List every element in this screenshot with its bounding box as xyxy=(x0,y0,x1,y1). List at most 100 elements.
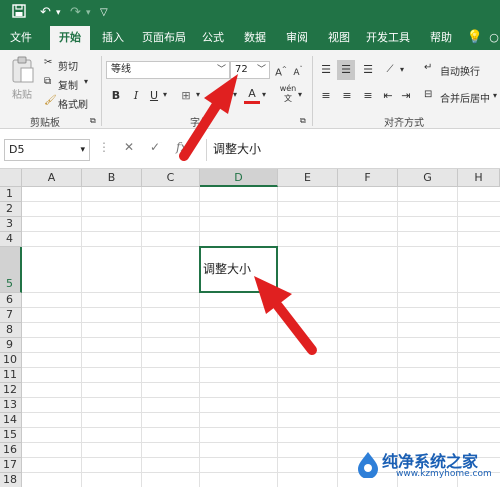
paste-label[interactable]: 粘贴 xyxy=(12,86,32,101)
redo-dropdown-icon[interactable]: ▾ xyxy=(86,4,91,22)
wrap-text-icon[interactable]: ↵ xyxy=(424,62,432,73)
format-painter-icon[interactable]: 🖌 xyxy=(44,95,57,106)
font-name-value: 等线 xyxy=(111,64,131,75)
font-color-dropdown-icon[interactable]: ▾ xyxy=(262,90,266,99)
enter-icon[interactable]: ✓ xyxy=(150,140,160,154)
select-all-button[interactable] xyxy=(0,169,22,187)
tab-file[interactable]: 文件 xyxy=(4,26,38,50)
align-top-icon[interactable]: ☰ xyxy=(318,62,334,78)
row-header-17[interactable]: 17 xyxy=(0,458,22,473)
watermark-logo-icon xyxy=(358,452,378,478)
column-header-c[interactable]: C xyxy=(142,169,200,187)
undo-dropdown-icon[interactable]: ▾ xyxy=(56,4,61,22)
formula-bar: D5 ▾ ⋮ ✕ ✓ fx 调整大小 xyxy=(0,130,500,169)
group-separator xyxy=(101,56,102,126)
name-box[interactable]: D5 ▾ xyxy=(4,139,90,161)
orientation-icon[interactable]: ⟋ xyxy=(382,62,398,78)
format-painter-button[interactable]: 格式刷 xyxy=(58,96,88,111)
ribbon-tabs: 文件 开始 插入 页面布局 公式 数据 审阅 视图 开发工具 帮助 💡 ○ xyxy=(0,26,500,51)
decrease-indent-icon[interactable]: ⇤ xyxy=(380,88,396,104)
phonetic-dropdown-icon[interactable]: ▾ xyxy=(298,90,302,99)
watermark-url: www.kzmyhome.com xyxy=(396,469,492,479)
customize-quick-access-icon[interactable]: ▽ xyxy=(100,4,108,22)
grid-line xyxy=(22,367,500,368)
cancel-icon[interactable]: ✕ xyxy=(124,140,134,154)
tab-review[interactable]: 审阅 xyxy=(280,26,314,50)
align-left-icon[interactable]: ≡ xyxy=(318,88,334,104)
row-header-2[interactable]: 2 xyxy=(0,202,22,217)
clipboard-group-label: 剪贴板 xyxy=(30,118,60,129)
grid-line xyxy=(22,216,500,217)
clipboard-launcher-icon[interactable]: ⧉ xyxy=(90,116,96,126)
scissors-icon[interactable]: ✂ xyxy=(44,57,52,68)
chevron-down-icon[interactable]: ﹀ xyxy=(257,62,266,78)
row-header-5[interactable]: 5 xyxy=(0,247,22,293)
increase-indent-icon[interactable]: ⇥ xyxy=(398,88,414,104)
alignment-group-label: 对齐方式 xyxy=(384,118,424,129)
bold-button[interactable]: B xyxy=(108,88,124,104)
column-header-a[interactable]: A xyxy=(22,169,82,187)
ribbon: 粘贴 ✂ 剪切 ⧉ 复制 ▾ 🖌 格式刷 剪贴板 ⧉ 等线 ﹀ 72 ﹀ A^ … xyxy=(0,50,500,129)
decrease-font-size-icon[interactable]: Aˇ xyxy=(290,62,306,78)
align-middle-icon[interactable]: ☰ xyxy=(337,60,355,80)
tab-home[interactable]: 开始 xyxy=(50,26,90,51)
row-header-3[interactable]: 3 xyxy=(0,217,22,232)
tab-developer[interactable]: 开发工具 xyxy=(362,26,414,50)
tab-page-layout[interactable]: 页面布局 xyxy=(136,26,192,50)
lightbulb-icon[interactable]: 💡 xyxy=(466,26,484,50)
wrap-text-button[interactable]: 自动换行 xyxy=(440,63,480,78)
align-right-icon[interactable]: ≡ xyxy=(360,88,376,104)
row-header-6[interactable]: 6 xyxy=(0,293,22,308)
column-header-h[interactable]: H xyxy=(458,169,500,187)
tab-view[interactable]: 视图 xyxy=(322,26,356,50)
title-bar: ↶ ▾ ↷ ▾ ▽ xyxy=(0,0,500,26)
column-header-e[interactable]: E xyxy=(278,169,338,187)
row-header-12[interactable]: 12 xyxy=(0,383,22,398)
align-center-icon[interactable]: ≡ xyxy=(339,88,355,104)
underline-button[interactable]: U xyxy=(146,88,162,104)
row-header-16[interactable]: 16 xyxy=(0,443,22,458)
undo-icon[interactable]: ↶ xyxy=(40,4,51,22)
cut-button[interactable]: 剪切 xyxy=(58,58,78,73)
column-header-b[interactable]: B xyxy=(82,169,142,187)
watermark: 纯净系统之家 www.kzmyhome.com xyxy=(352,446,498,482)
grid-line xyxy=(22,442,500,443)
copy-button[interactable]: 复制 xyxy=(58,77,78,92)
underline-dropdown-icon[interactable]: ▾ xyxy=(163,90,167,99)
column-header-g[interactable]: G xyxy=(398,169,458,187)
column-header-f[interactable]: F xyxy=(338,169,398,187)
chevron-down-icon[interactable]: ▾ xyxy=(80,140,85,160)
redo-icon[interactable]: ↷ xyxy=(70,4,81,22)
merge-center-icon[interactable]: ⊟ xyxy=(424,89,432,100)
copy-icon[interactable]: ⧉ xyxy=(44,76,51,87)
font-launcher-icon[interactable]: ⧉ xyxy=(300,116,306,126)
align-bottom-icon[interactable]: ☰ xyxy=(360,62,376,78)
phonetic-guide-icon[interactable]: wén 文 xyxy=(278,84,298,103)
orientation-dropdown-icon[interactable]: ▾ xyxy=(400,65,404,74)
copy-dropdown-icon[interactable]: ▾ xyxy=(84,77,88,86)
tab-help[interactable]: 帮助 xyxy=(424,26,458,50)
row-header-7[interactable]: 7 xyxy=(0,308,22,323)
row-header-9[interactable]: 9 xyxy=(0,338,22,353)
row-header-15[interactable]: 15 xyxy=(0,428,22,443)
row-header-8[interactable]: 8 xyxy=(0,323,22,338)
tell-me-overflow-icon[interactable]: ○ xyxy=(488,26,500,50)
tab-data[interactable]: 数据 xyxy=(238,26,272,50)
save-icon[interactable] xyxy=(12,4,26,18)
tab-formulas[interactable]: 公式 xyxy=(196,26,230,50)
paste-icon[interactable] xyxy=(10,56,36,87)
merge-center-button[interactable]: 合并后居中 xyxy=(440,90,490,105)
group-separator xyxy=(312,56,313,126)
merge-dropdown-icon[interactable]: ▾ xyxy=(493,91,497,100)
tab-insert[interactable]: 插入 xyxy=(96,26,130,50)
row-header-18[interactable]: 18 xyxy=(0,473,22,487)
increase-font-size-icon[interactable]: A^ xyxy=(273,62,289,78)
row-header-10[interactable]: 10 xyxy=(0,353,22,368)
column-header-d[interactable]: D xyxy=(200,169,278,187)
row-header-4[interactable]: 4 xyxy=(0,232,22,247)
row-header-13[interactable]: 13 xyxy=(0,398,22,413)
row-header-1[interactable]: 1 xyxy=(0,187,22,202)
row-header-11[interactable]: 11 xyxy=(0,368,22,383)
italic-button[interactable]: I xyxy=(128,88,144,104)
row-header-14[interactable]: 14 xyxy=(0,413,22,428)
